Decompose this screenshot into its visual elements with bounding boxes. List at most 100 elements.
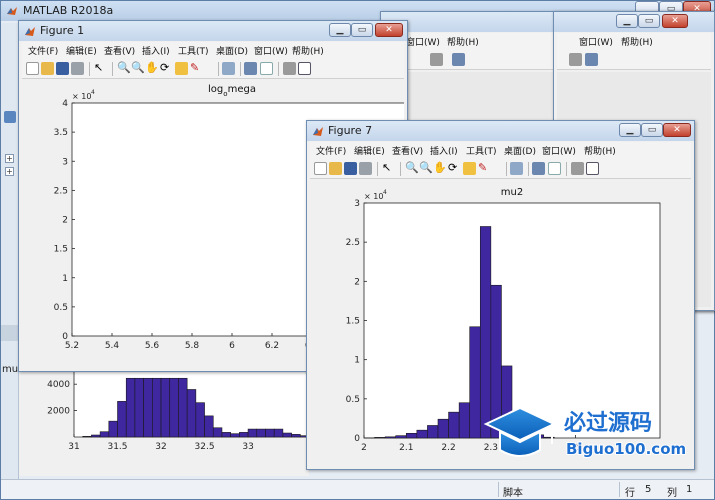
zoom-out-icon[interactable]: 🔍 — [419, 162, 433, 175]
menu-view[interactable]: 查看(V) — [392, 144, 423, 157]
histogram-bar — [469, 326, 481, 439]
x-tick-label: 33 — [242, 442, 253, 452]
colorbar-icon[interactable] — [569, 53, 582, 66]
menu-window[interactable]: 窗口(W) — [254, 44, 288, 57]
histogram-bar — [143, 377, 153, 438]
menu-tools[interactable]: 工具(T) — [178, 44, 209, 57]
brush-icon[interactable]: ✎ — [478, 162, 491, 175]
menu-view[interactable]: 查看(V) — [104, 44, 135, 57]
zoom-in-icon[interactable]: 🔍 — [405, 162, 419, 175]
new-figure-icon[interactable] — [26, 62, 39, 75]
histogram-bar — [160, 377, 171, 438]
menu-window[interactable]: 窗口(W) — [579, 35, 613, 48]
menu-file[interactable]: 文件(F) — [316, 144, 346, 157]
menu-desktop[interactable]: 桌面(D) — [504, 144, 536, 157]
rotate-3d-icon[interactable]: ⟳ — [448, 162, 461, 175]
rotate-3d-icon[interactable]: ⟳ — [160, 62, 173, 75]
y-tick-label: 0.5 — [54, 303, 68, 313]
watermark-logo: 必过源码 Biguo100.com — [482, 402, 702, 468]
menu-insert[interactable]: 插入(I) — [142, 44, 170, 57]
x-tick-label: 31 — [68, 442, 79, 452]
hide-tools-icon[interactable] — [283, 62, 296, 75]
x-tick-label: 2.2 — [441, 443, 455, 453]
menu-desktop[interactable]: 桌面(D) — [216, 44, 248, 57]
figure-1-maximize-button[interactable]: ▭ — [351, 23, 373, 37]
watermark-sub-text: Biguo100.com — [566, 440, 686, 458]
minimize-button[interactable]: ▁ — [616, 14, 638, 28]
legend-icon[interactable] — [452, 53, 465, 66]
menu-help[interactable]: 帮助(H) — [584, 144, 616, 157]
menu-edit[interactable]: 编辑(E) — [66, 44, 97, 57]
hide-tools-icon[interactable] — [571, 162, 584, 175]
legend-icon[interactable] — [260, 62, 273, 75]
pan-hand-icon[interactable]: ✋ — [145, 62, 159, 75]
figure-icon — [313, 127, 323, 136]
figure-7-maximize-button[interactable]: ▭ — [641, 123, 663, 137]
colorbar-icon[interactable] — [532, 162, 545, 175]
link-plot-icon[interactable] — [510, 162, 523, 175]
status-col-label: 列 — [667, 488, 677, 499]
expand-node-icon[interactable]: + — [5, 154, 14, 163]
histogram-bar — [247, 428, 258, 438]
figure-7-title: Figure 7 — [328, 124, 373, 137]
edit-plot-arrow-icon[interactable]: ↖ — [382, 162, 395, 175]
x-tick-label: 32.5 — [195, 442, 215, 452]
y-tick-label: 1 — [354, 356, 360, 366]
y-tick-label: 2.5 — [346, 238, 360, 248]
menu-edit[interactable]: 编辑(E) — [354, 144, 385, 157]
histogram-bar — [405, 433, 418, 439]
link-plot-icon[interactable] — [222, 62, 235, 75]
menu-help[interactable]: 帮助(H) — [621, 35, 653, 48]
matlab-logo-icon — [7, 7, 17, 15]
menu-window[interactable]: 窗口(W) — [406, 35, 440, 48]
save-icon[interactable] — [56, 62, 69, 75]
menu-file[interactable]: 文件(F) — [28, 44, 58, 57]
figure-1-minimize-button[interactable]: ▁ — [329, 23, 351, 37]
y-tick-label: 2 — [62, 216, 68, 226]
menu-tools[interactable]: 工具(T) — [466, 144, 497, 157]
data-cursor-icon[interactable] — [463, 162, 476, 175]
menu-help[interactable]: 帮助(H) — [292, 44, 324, 57]
status-row-value: 5 — [645, 484, 652, 495]
colorbar-icon[interactable] — [244, 62, 257, 75]
close-button[interactable]: ✕ — [662, 14, 688, 28]
zoom-in-icon[interactable]: 🔍 — [117, 62, 131, 75]
expand-node-icon[interactable]: + — [5, 167, 14, 176]
zoom-out-icon[interactable]: 🔍 — [131, 62, 145, 75]
histogram-bar — [99, 431, 110, 438]
histogram-bar — [437, 418, 449, 439]
colorbar-icon[interactable] — [430, 53, 443, 66]
y-tick-label: 3.5 — [54, 128, 68, 138]
pan-hand-icon[interactable]: ✋ — [433, 162, 447, 175]
legend-icon[interactable] — [548, 162, 561, 175]
show-tools-icon[interactable] — [586, 162, 599, 175]
print-icon[interactable] — [71, 62, 84, 75]
figure-1-title-bar[interactable]: Figure 1 ▁ ▭ ✕ — [19, 21, 407, 41]
figure-7-minimize-button[interactable]: ▁ — [619, 123, 641, 137]
edit-plot-arrow-icon[interactable]: ↖ — [94, 62, 107, 75]
figure-7-menubar: 文件(F) 编辑(E) 查看(V) 插入(I) 工具(T) 桌面(D) 窗口(W… — [310, 142, 691, 159]
menu-window[interactable]: 窗口(W) — [542, 144, 576, 157]
maximize-button[interactable]: ▭ — [638, 14, 660, 28]
histogram-bar — [186, 389, 197, 438]
brush-icon[interactable]: ✎ — [190, 62, 203, 75]
panel-arrow-icon[interactable] — [4, 111, 16, 123]
new-figure-icon[interactable] — [314, 162, 327, 175]
legend-icon[interactable] — [585, 53, 598, 66]
save-icon[interactable] — [344, 162, 357, 175]
data-cursor-icon[interactable] — [175, 62, 188, 75]
show-tools-icon[interactable] — [298, 62, 311, 75]
open-file-icon[interactable] — [41, 62, 54, 75]
figure-7-close-button[interactable]: ✕ — [663, 123, 691, 137]
print-icon[interactable] — [359, 162, 372, 175]
histogram-bar — [282, 432, 292, 438]
figure-1-menubar: 文件(F) 编辑(E) 查看(V) 插入(I) 工具(T) 桌面(D) 窗口(W… — [22, 42, 404, 59]
menu-help[interactable]: 帮助(H) — [447, 35, 479, 48]
figure-1-close-button[interactable]: ✕ — [375, 23, 403, 37]
figure-7-title-bar[interactable]: Figure 7 ▁ ▭ ✕ — [307, 121, 694, 141]
y-tick-label: 2000 — [47, 407, 70, 417]
y-tick-label: 3 — [62, 157, 68, 167]
open-file-icon[interactable] — [329, 162, 342, 175]
histogram-bar — [195, 402, 205, 438]
menu-insert[interactable]: 插入(I) — [430, 144, 458, 157]
